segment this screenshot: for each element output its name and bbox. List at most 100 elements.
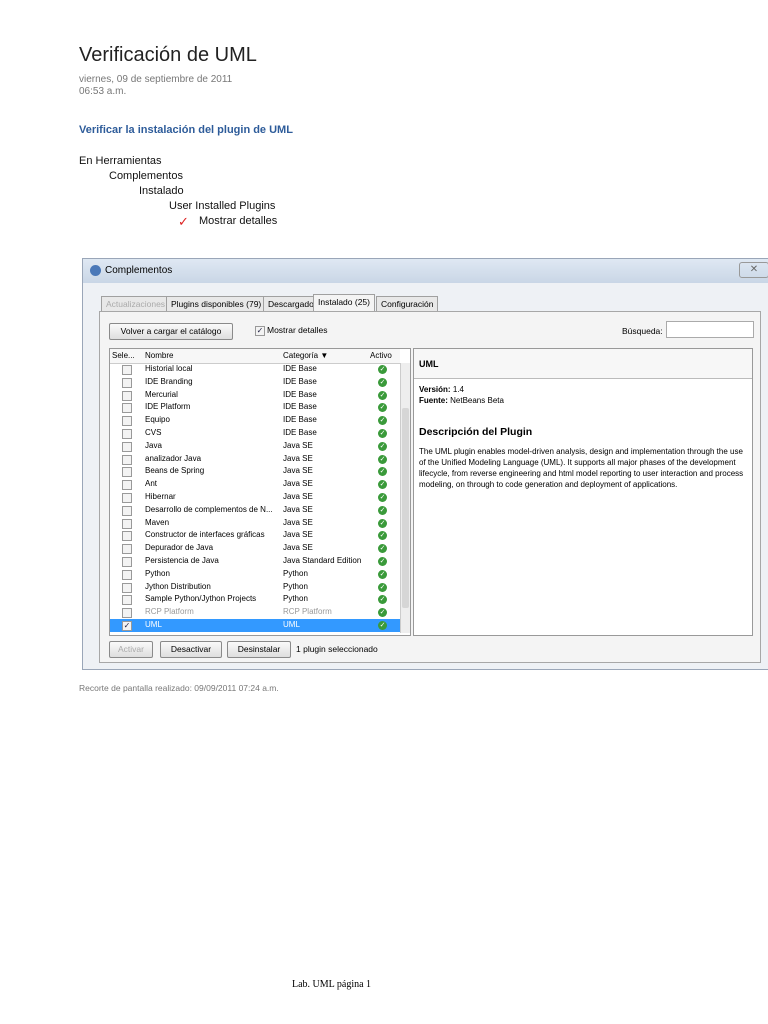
table-row[interactable]: Constructor de interfaces gráficas Java … [110,529,400,542]
select-checkbox[interactable] [122,569,132,580]
category-cell: Java SE [283,492,313,501]
table-row[interactable]: analizador Java Java SE ✓ [110,453,400,466]
step: En Herramientas [79,155,162,167]
table-row[interactable]: RCP Platform RCP Platform ✓ [110,606,400,619]
active-check-icon: ✓ [378,390,387,400]
plugin-name-cell: Persistencia de Java [145,556,219,565]
reload-catalog-button[interactable]: Volver a cargar el catálogo [109,323,233,340]
plugin-name-cell: Sample Python/Jython Projects [145,594,257,604]
active-check-icon: ✓ [378,441,387,451]
table-row[interactable]: Python Python ✓ [110,568,400,581]
scrollbar-thumb[interactable] [402,408,409,608]
select-checkbox[interactable] [122,365,132,375]
uninstall-button[interactable]: Desinstalar [227,641,291,658]
select-checkbox[interactable] [122,608,132,619]
version-value: 1.4 [452,385,464,394]
active-check-icon: ✓ [378,416,387,426]
table-row[interactable]: Beans de Spring Java SE ✓ [110,465,400,478]
plugin-name-cell: Java [145,440,162,450]
tab-instalado[interactable]: Instalado (25) [313,294,375,312]
table-row[interactable]: Maven Java SE ✓ [110,517,400,530]
description-title: Descripción del Plugin [419,426,533,438]
select-checkbox[interactable] [122,531,132,542]
table-row[interactable]: ✓ UML UML ✓ [110,619,400,632]
active-check-icon: ✓ [378,518,387,528]
table-row[interactable]: Historial local IDE Base ✓ [110,363,400,376]
table-row[interactable]: Java Java SE ✓ [110,440,400,453]
step: User Installed Plugins [169,200,276,212]
plugin-name-cell: Equipo [145,415,170,425]
category-cell: Python [283,568,308,578]
scrollbar[interactable] [400,363,410,633]
select-checkbox[interactable] [122,518,132,529]
plugin-name-cell: UML [145,620,162,629]
close-button[interactable]: ✕ [739,262,768,278]
table-row[interactable]: Ant Java SE ✓ [110,478,400,491]
activate-button[interactable]: Activar [109,641,153,658]
column-category[interactable]: Categoría ▼ [283,349,328,363]
select-checkbox[interactable] [122,467,132,478]
search-input[interactable] [666,321,754,338]
category-cell: Java SE [283,466,313,476]
category-cell: IDE Base [283,415,317,425]
select-checkbox[interactable]: ✓ [122,621,132,631]
show-details-label: Mostrar detalles [267,325,328,335]
plugin-name: UML [414,349,752,379]
select-checkbox[interactable] [122,441,132,452]
select-checkbox[interactable] [122,582,132,593]
plugins-dialog: Complementos ✕ Actualizaciones Plugins d… [82,258,768,670]
table-row[interactable]: Persistencia de Java Java Standard Editi… [110,555,400,568]
select-checkbox[interactable] [122,429,132,439]
active-check-icon: ✓ [378,608,387,618]
step: Mostrar detalles [199,215,278,227]
select-checkbox[interactable] [122,493,132,503]
category-cell: Java SE [283,440,313,450]
table-row[interactable]: CVS IDE Base ✓ [110,427,400,440]
plugin-name-cell: Depurador de Java [145,543,214,553]
table-row[interactable]: Sample Python/Jython Projects Python ✓ [110,593,400,606]
category-cell: Java SE [283,504,313,514]
show-details-checkbox[interactable]: ✓ [255,326,265,336]
table-row[interactable]: Depurador de Java Java SE ✓ [110,542,400,555]
plugin-name-cell: analizador Java [145,453,202,463]
active-check-icon: ✓ [378,569,387,579]
column-select[interactable]: Sele... [112,349,135,363]
select-checkbox[interactable] [122,454,132,465]
category-cell: IDE Base [283,402,317,412]
table-row[interactable]: Desarrollo de complementos de N... Java … [110,504,400,517]
category-cell: Java SE [283,517,313,527]
select-checkbox[interactable] [122,544,132,555]
select-checkbox[interactable] [122,480,132,491]
date: viernes, 09 de septiembre de 2011 [79,74,233,85]
active-check-icon: ✓ [378,621,387,630]
select-checkbox[interactable] [122,416,132,427]
active-check-icon: ✓ [378,377,387,387]
select-checkbox[interactable] [122,403,132,414]
active-check-icon: ✓ [378,505,387,515]
category-cell: RCP Platform [283,607,332,617]
table-header: Sele... Nombre Categoría ▼ Activo [110,349,400,364]
active-check-icon: ✓ [378,429,387,438]
table-row[interactable]: Equipo IDE Base ✓ [110,414,400,427]
table-row[interactable]: Hibernar Java SE ✓ [110,491,400,504]
column-name[interactable]: Nombre [145,349,173,363]
active-check-icon: ✓ [378,557,387,566]
status-text: 1 plugin seleccionado [296,644,378,654]
select-checkbox[interactable] [122,557,132,567]
deactivate-button[interactable]: Desactivar [160,641,222,658]
column-active[interactable]: Activo [370,349,392,363]
plugin-name-cell: Desarrollo de complementos de N... [145,504,273,514]
table-row[interactable]: Mercurial IDE Base ✓ [110,389,400,402]
select-checkbox[interactable] [122,505,132,516]
table-row[interactable]: IDE Branding IDE Base ✓ [110,376,400,389]
table-row[interactable]: IDE Platform IDE Base ✓ [110,401,400,414]
plugins-table: Sele... Nombre Categoría ▼ Activo Histor… [109,348,411,636]
plugin-name-cell: RCP Platform [145,607,194,617]
active-check-icon: ✓ [378,544,387,554]
select-checkbox[interactable] [122,390,132,401]
select-checkbox[interactable] [122,377,132,388]
page-title: Verificación de UML [79,44,257,66]
plugin-name-cell: Hibernar [145,492,176,501]
table-row[interactable]: Jython Distribution Python ✓ [110,581,400,594]
select-checkbox[interactable] [122,595,132,606]
